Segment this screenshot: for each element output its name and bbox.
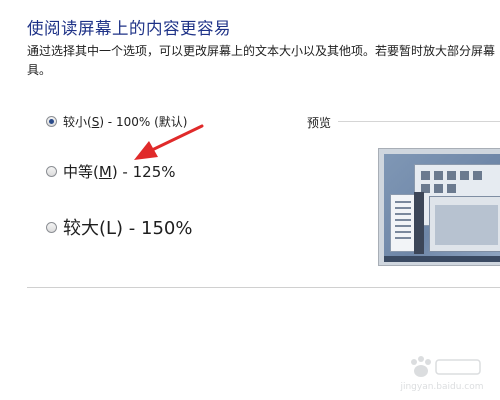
baidu-watermark-logo: jingyan.baidu.com bbox=[394, 352, 490, 392]
red-arrow-annotation bbox=[134, 124, 204, 160]
watermark-url: jingyan.baidu.com bbox=[400, 382, 484, 392]
baidu-paw-icon bbox=[411, 356, 481, 377]
